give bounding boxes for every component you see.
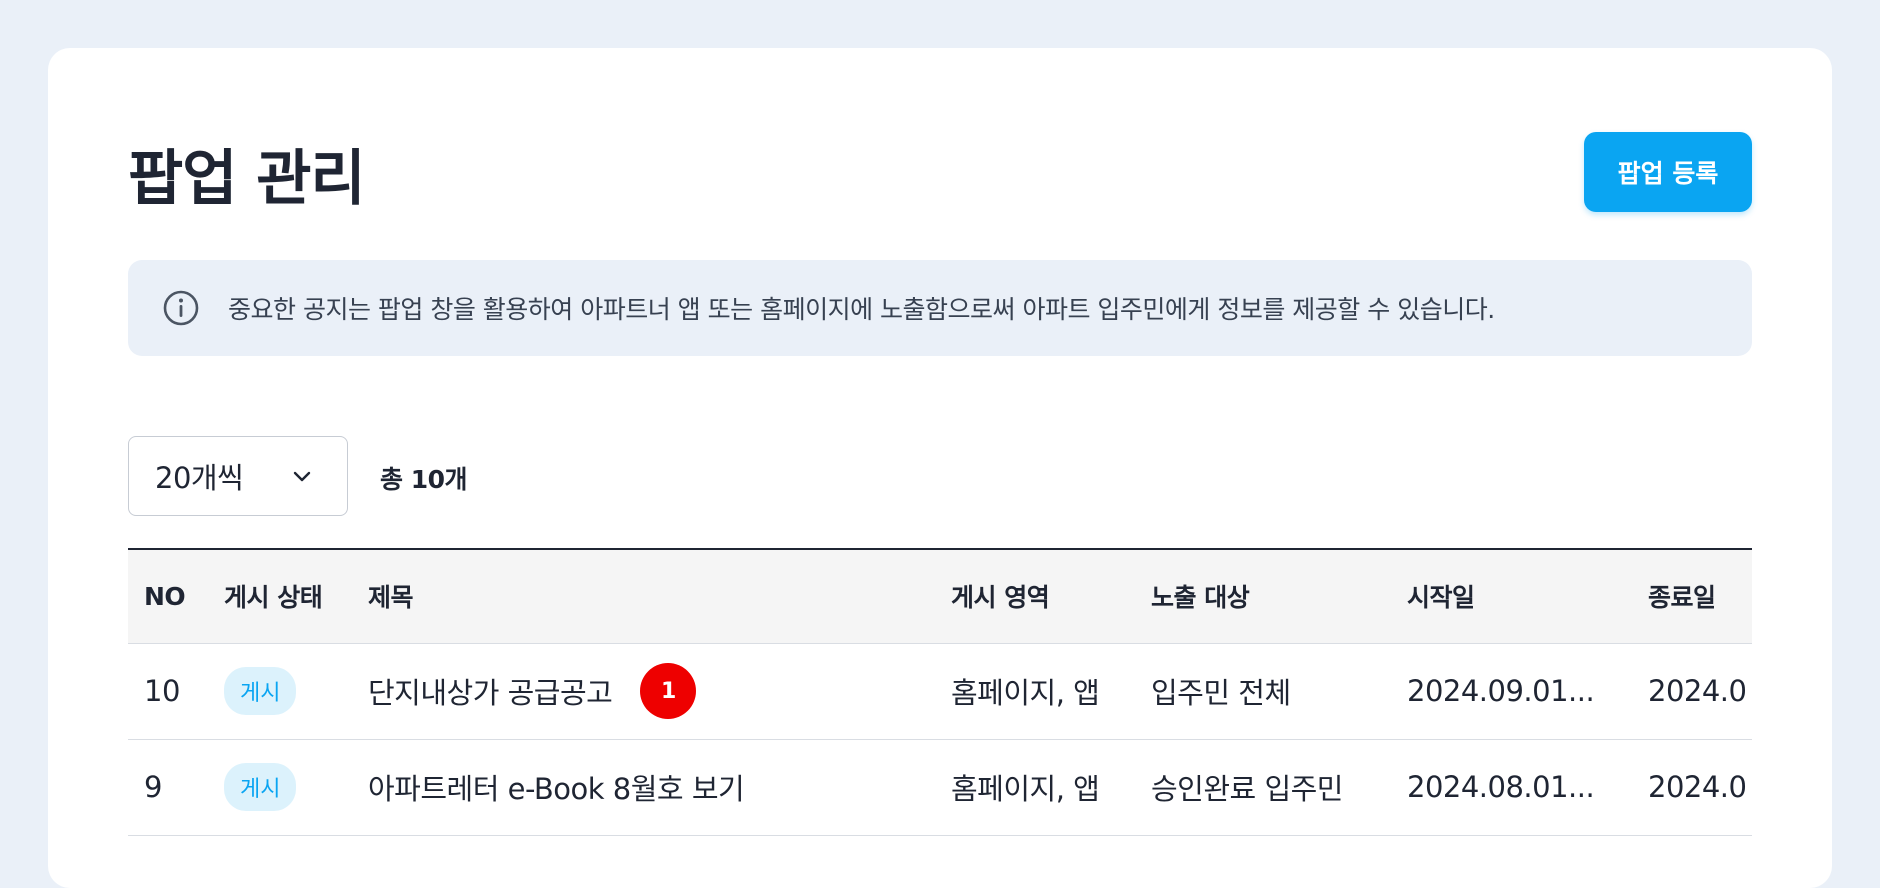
info-notice: 중요한 공지는 팝업 창을 활용하여 아파트너 앱 또는 홈페이지에 노출함으로… (128, 260, 1752, 356)
status-badge: 게시 (224, 667, 297, 715)
total-count: 총 10개 (380, 465, 468, 494)
status-badge: 게시 (224, 763, 297, 811)
cell-area: 홈페이지, 앱 (935, 643, 1135, 740)
chevron-down-icon (293, 471, 311, 482)
row-title-link[interactable]: 단지내상가 공급공고 (368, 670, 613, 712)
cell-no: 9 (128, 739, 208, 836)
register-popup-button[interactable]: 팝업 등록 (1584, 132, 1752, 212)
cell-status: 게시 (208, 739, 352, 836)
cell-title[interactable]: 아파트레터 e-Book 8월호 보기 (352, 739, 935, 836)
cell-target: 입주민 전체 (1135, 643, 1391, 740)
cell-target: 승인완료 입주민 (1135, 739, 1391, 836)
column-header-end-date: 종료일 (1632, 549, 1752, 644)
column-header-no: NO (128, 549, 208, 644)
info-icon (163, 290, 199, 326)
column-header-start-date: 시작일 (1391, 549, 1632, 644)
cell-start-date: 2024.09.01... (1391, 643, 1632, 740)
table-row[interactable]: 9 게시 아파트레터 e-Book 8월호 보기 홈페이지, 앱 승인완료 입주… (128, 739, 1752, 836)
notice-text: 중요한 공지는 팝업 창을 활용하여 아파트너 앱 또는 홈페이지에 노출함으로… (228, 295, 1495, 324)
page-size-select[interactable]: 20개씩 (128, 436, 348, 516)
content-card: 팝업 관리 팝업 등록 중요한 공지는 팝업 창을 활용하여 아파트너 앱 또는… (48, 48, 1832, 888)
cell-area: 홈페이지, 앱 (935, 739, 1135, 836)
page-title: 팝업 관리 (128, 144, 366, 214)
popup-table: NO 게시 상태 제목 게시 영역 노출 대상 시작일 종료일 10 게시 단지… (128, 548, 1752, 836)
cell-end-date: 2024.0 (1632, 739, 1752, 836)
cell-start-date: 2024.08.01... (1391, 739, 1632, 836)
cell-title[interactable]: 단지내상가 공급공고 1 (352, 643, 935, 740)
cell-end-date: 2024.0 (1632, 643, 1752, 740)
column-header-target: 노출 대상 (1135, 549, 1391, 644)
page-size-value: 20개씩 (155, 461, 244, 495)
count-badge: 1 (640, 663, 697, 719)
column-header-status: 게시 상태 (208, 549, 352, 644)
column-header-title: 제목 (352, 549, 935, 644)
cell-status: 게시 (208, 643, 352, 740)
cell-no: 10 (128, 643, 208, 740)
table-row[interactable]: 10 게시 단지내상가 공급공고 1 홈페이지, 앱 입주민 전체 2024.0… (128, 643, 1752, 740)
row-title-link[interactable]: 아파트레터 e-Book 8월호 보기 (368, 772, 745, 806)
table-header: NO 게시 상태 제목 게시 영역 노출 대상 시작일 종료일 (128, 549, 1752, 644)
column-header-area: 게시 영역 (935, 549, 1135, 644)
